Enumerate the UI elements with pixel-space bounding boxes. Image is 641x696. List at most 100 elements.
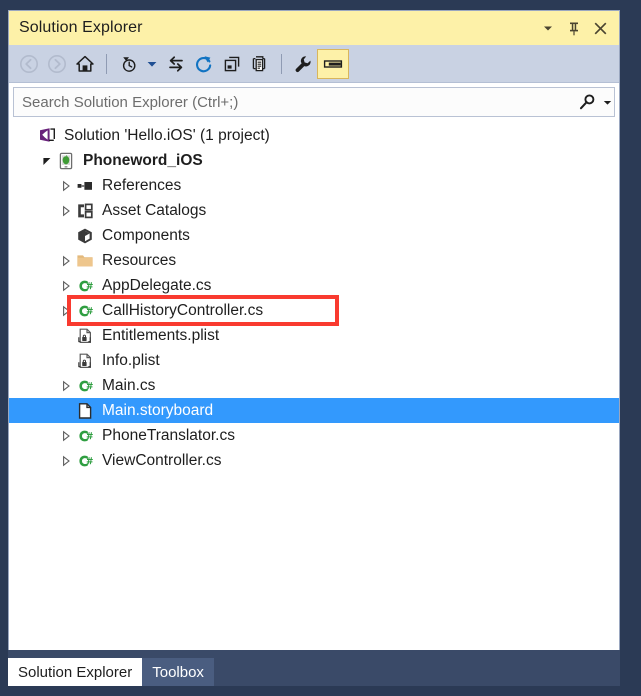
search-bar[interactable] [13,87,615,117]
window-close-button[interactable] [587,15,613,41]
forward-button[interactable] [43,50,71,78]
tree-item-label: Main.storyboard [102,401,214,419]
tree-item-label: Info.plist [102,351,160,369]
tree-item-components[interactable]: Components [9,223,619,248]
tree-expander-toggle[interactable] [57,448,75,473]
show-all-files-button[interactable] [246,50,274,78]
chevron-down-icon [147,61,157,67]
tree-item-resources[interactable]: Resources [9,248,619,273]
references-icon [77,181,92,190]
tree-expander-placeholder [19,123,37,148]
search-input[interactable] [14,93,574,111]
tree-item-main-storyboard[interactable]: Main.storyboard [9,398,619,423]
tree-expander-toggle[interactable] [57,198,75,223]
tree-expander-toggle[interactable] [57,173,75,198]
solution-icon [40,127,55,142]
tree-item-callhistorycontroller-cs[interactable]: CallHistoryController.cs [9,298,619,323]
ios-project-icon [56,151,76,171]
solution-explorer-window: Solution Explorer Search Solution Explor… [8,10,620,651]
sync-with-active-document-button[interactable] [162,50,190,78]
pin-icon [570,22,578,35]
tree-expander-placeholder [57,398,75,423]
bottom-tab-strip: Solution Explorer Toolbox [8,650,620,686]
tree-item-phoneword-ios[interactable]: Phoneword_iOS [9,148,619,173]
window-titlebar: Solution Explorer [9,11,619,45]
tree-expander-placeholder [57,323,75,348]
tree-item-label: PhoneTranslator.cs [102,426,235,444]
chevron-collapsed-icon [63,205,70,216]
collapse-all-icon [224,56,240,71]
tree-item-phonetranslator-cs[interactable]: PhoneTranslator.cs [9,423,619,448]
properties-button[interactable] [289,50,317,78]
tree-item-entitlements-plist[interactable]: Entitlements.plist [9,323,619,348]
tree-expander-toggle[interactable] [57,298,75,323]
plist-file-icon [78,353,91,368]
tree-item-label: ViewController.cs [102,451,222,469]
folder-icon [75,251,95,271]
search-button[interactable] [574,89,600,115]
references-icon [75,176,95,196]
plist-file-icon [75,351,95,371]
tree-item-solution-hello-ios-1-project[interactable]: Solution 'Hello.iOS' (1 project) [9,123,619,148]
solution-tree-container[interactable]: Solution 'Hello.iOS' (1 project) Phonewor… [9,117,619,651]
search-icon [579,94,595,110]
chevron-collapsed-icon [63,280,70,291]
collapse-all-button[interactable] [218,50,246,78]
toolbar-separator-1 [106,53,107,74]
folder-icon [77,254,93,266]
screenshot-root: Solution Explorer Search Solution Explor… [0,0,641,696]
tree-item-main-cs[interactable]: Main.cs [9,373,619,398]
tree-item-label: Phoneword_iOS [83,151,203,169]
csharp-file-icon [79,430,93,441]
csharp-file-icon [79,280,93,291]
tree-expander-toggle[interactable] [57,373,75,398]
tree-expander-placeholder [57,348,75,373]
tree-item-viewcontroller-cs[interactable]: ViewController.cs [9,448,619,473]
search-options-dropdown[interactable] [600,89,614,115]
tree-expander-toggle[interactable] [57,423,75,448]
tree-item-info-plist[interactable]: Info.plist [9,348,619,373]
asset-catalog-icon [75,201,95,221]
tree-expander-toggle[interactable] [57,248,75,273]
tree-item-label: Resources [102,251,177,269]
tree-expander-toggle[interactable] [38,148,56,173]
tree-expander-toggle[interactable] [57,273,75,298]
tab-solution-explorer[interactable]: Solution Explorer [8,658,143,686]
tab-label: Toolbox [152,663,204,681]
tree-item-label: References [102,176,182,194]
plist-file-icon [78,328,91,343]
chevron-collapsed-icon [63,430,70,441]
tree-item-references[interactable]: References [9,173,619,198]
csharp-file-icon [75,426,95,446]
refresh-button[interactable] [190,50,218,78]
sync-arrows-icon [169,55,183,72]
document-file-icon [78,402,92,419]
solution-explorer-toolbar [9,45,619,83]
close-icon [594,22,606,34]
tab-toolbox[interactable]: Toolbox [142,658,214,686]
window-pin-button[interactable] [561,15,587,41]
window-dropdown-button[interactable] [535,15,561,41]
tree-item-label: Entitlements.plist [102,326,220,344]
pending-changes-dropdown-button[interactable] [142,50,162,78]
plist-file-icon [75,326,95,346]
show-all-files-icon [252,55,266,71]
tree-item-label: AppDelegate.cs [102,276,212,294]
home-icon [76,55,94,72]
pending-changes-filter-button[interactable] [114,50,142,78]
tree-item-asset-catalogs[interactable]: Asset Catalogs [9,198,619,223]
tree-item-label: Asset Catalogs [102,201,207,219]
preview-selected-items-button[interactable] [317,48,349,79]
forward-arrow-icon [48,54,66,73]
chevron-collapsed-icon [63,380,70,391]
back-button[interactable] [15,50,43,78]
csharp-file-icon [75,451,95,471]
preview-pane-icon [323,59,343,68]
page-title: Solution Explorer [19,19,143,36]
chevron-collapsed-icon [63,305,70,316]
home-button[interactable] [71,50,99,78]
components-icon [78,228,92,243]
chevron-collapsed-icon [63,255,70,266]
tree-expander-placeholder [57,223,75,248]
tree-item-appdelegate-cs[interactable]: AppDelegate.cs [9,273,619,298]
